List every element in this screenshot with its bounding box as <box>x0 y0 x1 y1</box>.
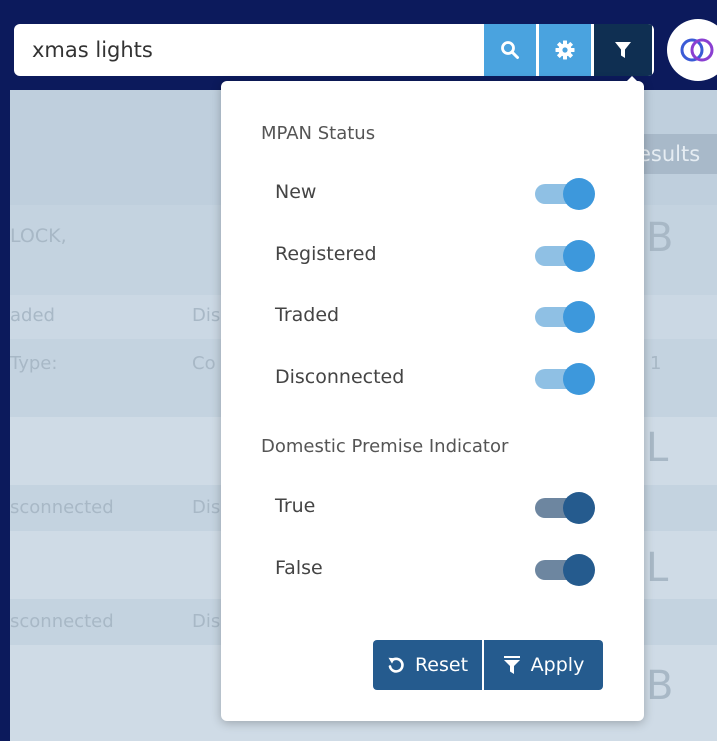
search-bar <box>14 24 654 76</box>
overlapping-circles-logo <box>680 38 714 62</box>
status-value-2: Dis <box>192 305 221 326</box>
option-label-new: New <box>275 181 317 203</box>
filter-icon <box>503 656 520 674</box>
result-code: B <box>646 663 674 709</box>
type-label: Type: <box>10 353 58 374</box>
status-value: aded <box>10 305 55 326</box>
toggle-disconnected[interactable] <box>535 363 597 395</box>
filter-icon <box>615 42 631 58</box>
reset-label: Reset <box>414 654 469 676</box>
search-icon <box>501 41 519 59</box>
filter-button[interactable] <box>594 24 652 76</box>
toggle-new[interactable] <box>535 178 597 210</box>
status-value-2: Dis <box>192 497 221 518</box>
toggle-true[interactable] <box>535 492 597 524</box>
result-code: L <box>646 545 669 591</box>
type-right-value: 1 <box>650 353 662 374</box>
popover-caret <box>620 76 644 88</box>
results-button[interactable]: esults <box>632 134 717 174</box>
apply-button[interactable]: Apply <box>484 640 603 690</box>
mpan-status-title: MPAN Status <box>261 123 376 144</box>
results-label: esults <box>638 142 701 166</box>
reset-button[interactable]: Reset <box>373 640 482 690</box>
app-window: esults LOCK, B aded Dis Type: Co 1 L sco… <box>10 0 717 741</box>
apply-label: Apply <box>530 654 585 676</box>
search-input[interactable] <box>14 24 480 76</box>
option-label-disconnected: Disconnected <box>275 366 405 388</box>
result-code: B <box>646 215 674 261</box>
status-value: sconnected <box>10 611 114 632</box>
result-address: LOCK, <box>10 225 67 247</box>
option-label-traded: Traded <box>275 304 340 326</box>
option-label-true: True <box>275 495 316 517</box>
toggle-traded[interactable] <box>535 301 597 333</box>
top-bar <box>10 0 717 90</box>
option-label-false: False <box>275 557 323 579</box>
filter-popover: MPAN Status New Registered Traded Discon… <box>221 81 644 721</box>
undo-icon <box>388 657 404 673</box>
result-code: L <box>646 425 669 471</box>
option-label-registered: Registered <box>275 243 377 265</box>
app-logo[interactable] <box>667 19 717 81</box>
settings-button[interactable] <box>539 24 591 76</box>
toggle-false[interactable] <box>535 554 597 586</box>
status-value: sconnected <box>10 497 114 518</box>
search-button[interactable] <box>484 24 536 76</box>
domestic-premise-title: Domestic Premise Indicator <box>261 436 509 457</box>
gear-icon <box>555 40 575 60</box>
toggle-registered[interactable] <box>535 240 597 272</box>
type-value: Co <box>192 353 216 374</box>
status-value-2: Dis <box>192 611 221 632</box>
